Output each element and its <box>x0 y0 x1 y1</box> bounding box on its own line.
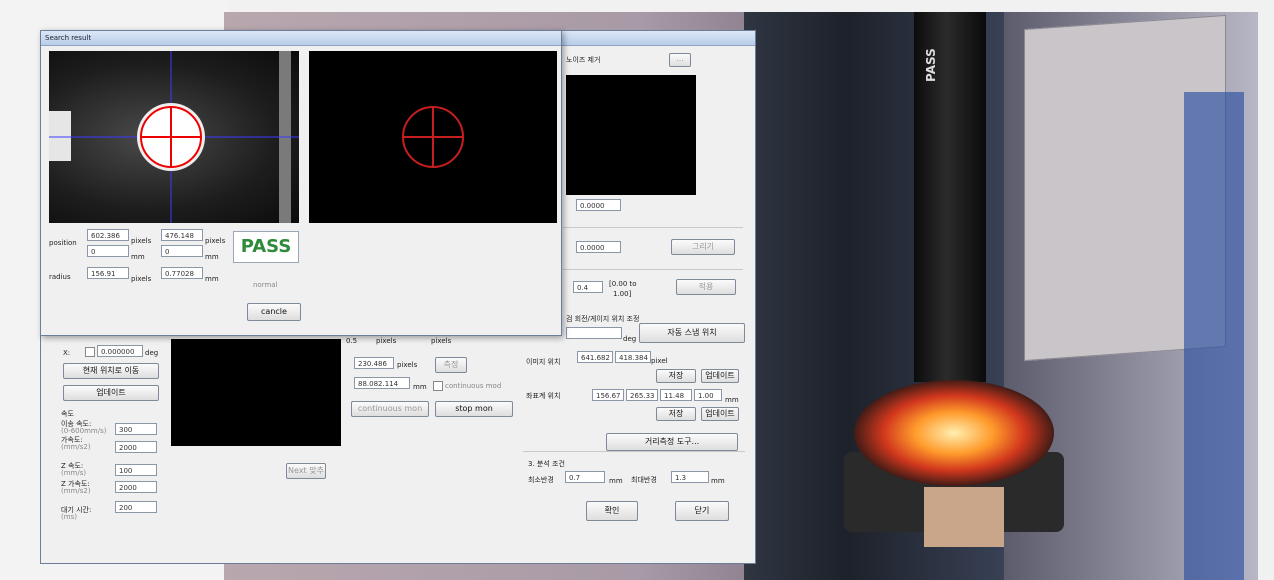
max-radius-label: 최대반경 <box>631 476 657 484</box>
world-position-v2[interactable]: 265.33 <box>626 389 658 401</box>
speed5-input[interactable]: 200 <box>115 501 157 513</box>
noise-label: 노이즈 제거 <box>566 56 601 64</box>
image-position-x[interactable]: 641.682 <box>577 351 613 363</box>
coord-b-unit: pixels <box>397 361 418 369</box>
draw-button[interactable]: 그리기 <box>671 239 735 255</box>
speed4-input[interactable]: 2000 <box>115 481 157 493</box>
result-crosshair <box>402 106 464 168</box>
world-position-unit: mm <box>725 396 739 404</box>
image-position-unit: pixel <box>651 357 668 365</box>
world-position-v1[interactable]: 156.67 <box>592 389 624 401</box>
dialog-titlebar: Search result <box>41 31 561 46</box>
range-note-b: 1.00] <box>613 290 632 298</box>
ok-button[interactable]: 확인 <box>586 501 638 521</box>
position-x-pixels-unit: pixels <box>131 237 152 245</box>
position-y-pixels[interactable]: 476.148 <box>161 229 203 241</box>
angle-unit: deg <box>623 335 637 343</box>
x-unit: deg <box>145 349 159 357</box>
photo-blue-panel <box>1184 92 1244 580</box>
radius-mm[interactable]: 0.77028 <box>161 267 203 279</box>
radius-pixels-unit: pixels <box>131 275 152 283</box>
angle-input[interactable] <box>566 327 622 339</box>
camera-image <box>49 51 299 223</box>
result-image <box>309 51 557 223</box>
divider-1 <box>563 227 743 228</box>
world-position-label: 좌표계 위치 <box>526 392 561 400</box>
speed-title: 속도 <box>61 410 74 418</box>
speed2-sub: (mm/s2) <box>61 443 91 451</box>
position-x-pixels[interactable]: 602.386 <box>87 229 129 241</box>
min-radius-label: 최소반경 <box>528 476 554 484</box>
angle-section-label: 검 회전/게이지 위치 조정 <box>566 315 640 323</box>
field-1[interactable]: 0.0000 <box>576 199 621 211</box>
x-input[interactable]: 0.000000 <box>97 345 143 357</box>
speed1-input[interactable]: 300 <box>115 423 157 435</box>
speed4-sub: (mm/s2) <box>61 487 91 495</box>
divider-2 <box>563 269 743 270</box>
close-button[interactable]: 닫기 <box>675 501 729 521</box>
camera-overlay <box>49 51 299 223</box>
camera-brand-label: PASS <box>924 48 938 82</box>
position-y-mm[interactable]: 0 <box>161 245 203 257</box>
preview-image-left <box>171 339 341 446</box>
coord-b-input[interactable]: 230.486 <box>354 357 394 369</box>
min-radius-input[interactable]: 0.7 <box>565 471 605 483</box>
max-radius-input[interactable]: 1.3 <box>671 471 709 483</box>
range-note-a: [0.00 to <box>609 280 637 288</box>
continuous-checkbox[interactable] <box>433 381 443 391</box>
continuous-checkbox-label: continuous mod <box>445 382 502 390</box>
world-position-update-button[interactable]: 업데이트 <box>701 407 739 421</box>
pass-subtext: normal <box>253 281 278 289</box>
position-x-mm[interactable]: 0 <box>87 245 129 257</box>
radius-pixels[interactable]: 156.91 <box>87 267 129 279</box>
position-y-mm-unit: mm <box>205 253 219 261</box>
search-result-dialog: Search result position 602.386 pixels 47… <box>40 30 562 336</box>
world-position-save-button[interactable]: 저장 <box>656 407 696 421</box>
ring-light <box>854 380 1054 486</box>
preview-image-right <box>566 75 696 195</box>
cancle-button[interactable]: cancle <box>247 303 301 321</box>
measure-tool-button[interactable]: 거리측정 도구... <box>606 433 738 451</box>
next-button[interactable]: Next 맞추 <box>286 463 326 479</box>
image-position-y[interactable]: 418.384 <box>615 351 651 363</box>
coord-c-unit: mm <box>413 383 427 391</box>
position-y-pixels-unit: pixels <box>205 237 226 245</box>
speed3-input[interactable]: 100 <box>115 464 157 476</box>
speed1-sub: (0-600mm/s) <box>61 427 107 435</box>
max-radius-unit: mm <box>711 477 725 485</box>
world-position-v3[interactable]: 11.48 <box>660 389 692 401</box>
stop-mon-button[interactable]: stop mon <box>435 401 513 417</box>
mid-top-label-b: pixels <box>431 337 452 345</box>
position-x-mm-unit: mm <box>131 253 145 261</box>
min-radius-unit: mm <box>609 477 623 485</box>
world-position-v4[interactable]: 1.00 <box>694 389 722 401</box>
photo-stage <box>924 487 1004 547</box>
position-label: position <box>49 239 77 247</box>
move-to-position-button[interactable]: 현재 위치로 이동 <box>63 363 159 379</box>
radius-label: radius <box>49 273 71 281</box>
field-3[interactable]: 0.4 <box>573 281 603 293</box>
field-2[interactable]: 0.0000 <box>576 241 621 253</box>
x-checkbox[interactable] <box>85 347 95 357</box>
gauge-button[interactable]: 측정 <box>435 357 467 373</box>
coord-c-input[interactable]: 88.082.114 <box>354 377 410 389</box>
speed5-sub: (ms) <box>61 513 77 521</box>
auto-snap-button[interactable]: 자동 스냅 위치 <box>639 323 745 343</box>
speed2-input[interactable]: 2000 <box>115 441 157 453</box>
image-position-label: 이미지 위치 <box>526 358 561 366</box>
analysis-title: 3. 분석 조건 <box>528 460 565 468</box>
coord-a-label: 0.5 <box>346 337 358 345</box>
update-button[interactable]: 업데이트 <box>63 385 159 401</box>
image-position-save-button[interactable]: 저장 <box>656 369 696 383</box>
mid-top-label-a: pixels <box>376 337 397 345</box>
radius-mm-unit: mm <box>205 275 219 283</box>
divider-3 <box>523 451 745 452</box>
image-position-update-button[interactable]: 업데이트 <box>701 369 739 383</box>
speed3-sub: (mm/s) <box>61 469 87 477</box>
noise-button[interactable]: ... <box>669 53 691 67</box>
continuous-mon-button[interactable]: continuous mon <box>351 401 429 417</box>
x-label: X: <box>63 349 71 357</box>
apply-button[interactable]: 적용 <box>676 279 736 295</box>
pass-indicator: PASS <box>233 231 299 263</box>
